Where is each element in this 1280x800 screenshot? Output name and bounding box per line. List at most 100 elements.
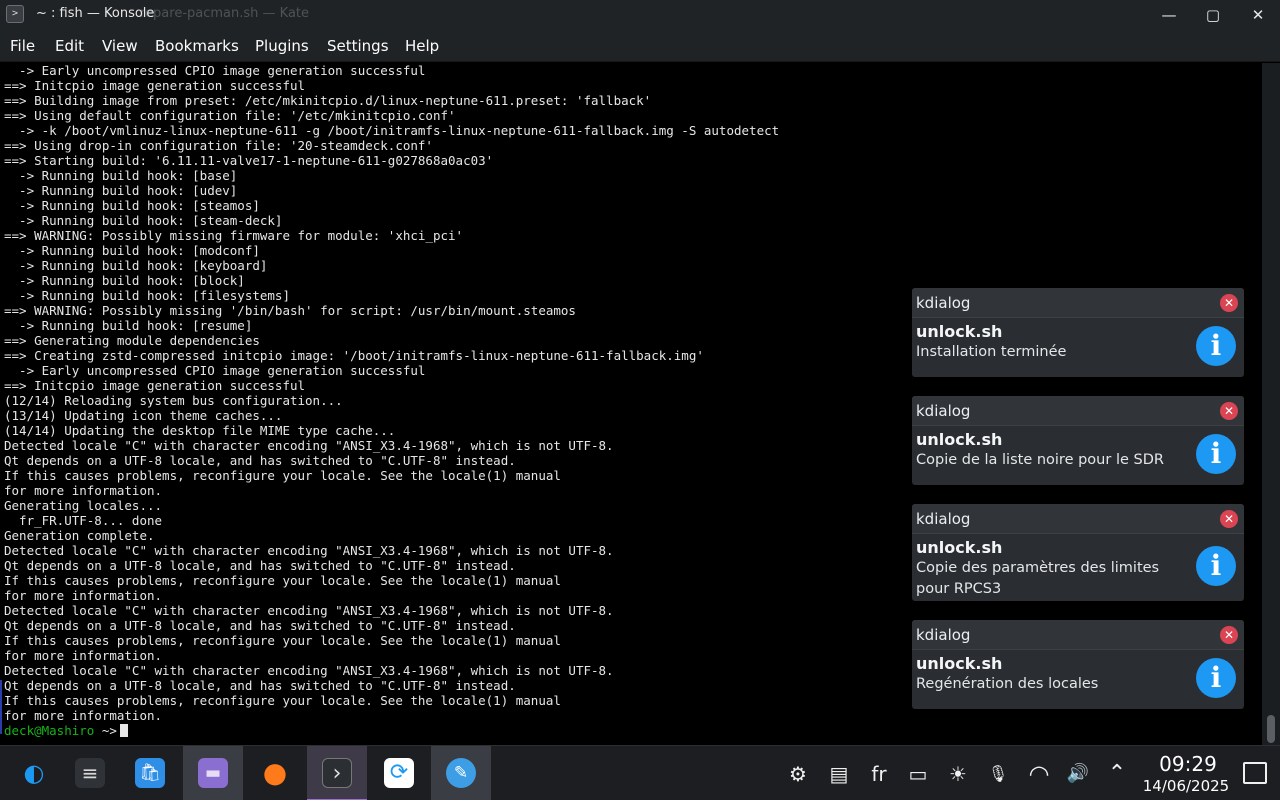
- notification-message: Copie des paramètres des limites pour RP…: [916, 560, 1160, 597]
- notification-header: kdialog ✕: [912, 288, 1244, 318]
- notification-message: Installation terminée: [916, 344, 1067, 360]
- prompt-path: ~>: [94, 723, 117, 738]
- notification-body: unlock.sh Copie des paramètres des limit…: [912, 534, 1244, 601]
- close-notification-icon[interactable]: ✕: [1220, 626, 1238, 644]
- terminal-line: for more information.: [4, 708, 163, 723]
- task-konsole[interactable]: ›: [307, 746, 367, 800]
- steam-icon[interactable]: ⚙: [784, 760, 812, 788]
- scrollbar-thumb[interactable]: [1267, 715, 1275, 743]
- notification-app-name: kdialog: [916, 626, 971, 644]
- terminal-line: -> Early uncompressed CPIO image generat…: [4, 63, 426, 78]
- show-desktop-button[interactable]: [1243, 762, 1267, 784]
- terminal-line: -> -k /boot/vmlinuz-linux-neptune-611 -g…: [4, 123, 780, 138]
- terminal-line: -> Running build hook: [modconf]: [4, 243, 260, 258]
- application-launcher-button[interactable]: ◐: [4, 746, 64, 800]
- close-notification-icon[interactable]: ✕: [1220, 294, 1238, 312]
- terminal-line: ==> Building image from preset: /etc/mki…: [4, 93, 652, 108]
- task-discover[interactable]: 🛍: [120, 746, 180, 800]
- application-launcher-icon: ◐: [23, 759, 45, 787]
- menu-view[interactable]: View: [102, 37, 138, 55]
- info-icon: i: [1196, 546, 1236, 586]
- konsole-app-icon: >: [6, 5, 24, 23]
- background-window-title: repare-pacman.sh — Kate: [140, 6, 310, 21]
- notification-app-name: kdialog: [916, 402, 971, 420]
- terminal-line: Detected locale "C" with character encod…: [4, 603, 614, 618]
- minimize-button[interactable]: —: [1156, 3, 1182, 27]
- terminal-line: -> Running build hook: [steam-deck]: [4, 213, 283, 228]
- menu-plugins[interactable]: Plugins: [255, 37, 309, 55]
- menu-bookmarks[interactable]: Bookmarks: [155, 37, 239, 55]
- microphone-muted-icon[interactable]: 🎙: [984, 760, 1012, 788]
- close-notification-icon[interactable]: ✕: [1220, 510, 1238, 528]
- taskbar: ◐ ≡ 🛍 ▬ ● › ⟳ ✎ ⚙ ▤ fr ▭ ☀ 🎙 ◠ 🔊 ⌃ 09:29…: [0, 745, 1280, 800]
- task-firefox[interactable]: ●: [245, 746, 305, 800]
- firefox-icon: ●: [262, 756, 288, 789]
- clock-date[interactable]: 14/06/2025: [1140, 777, 1232, 795]
- notification-title: unlock.sh: [916, 654, 1003, 673]
- clock-time[interactable]: 09:29: [1148, 752, 1228, 776]
- task-update[interactable]: ⟳: [369, 746, 429, 800]
- terminal-line: -> Running build hook: [block]: [4, 273, 245, 288]
- notification-card[interactable]: kdialog ✕ unlock.sh Regénération des loc…: [912, 620, 1244, 709]
- notification-card[interactable]: kdialog ✕ unlock.sh Copie des paramètres…: [912, 504, 1244, 601]
- dolphin-file-manager-icon: ▬: [198, 758, 228, 788]
- info-icon: i: [1196, 326, 1236, 366]
- menu-bar: File Edit View Bookmarks Plugins Setting…: [0, 30, 1280, 62]
- notification-body: unlock.sh Copie de la liste noire pour l…: [912, 426, 1244, 485]
- close-notification-icon[interactable]: ✕: [1220, 402, 1238, 420]
- terminal-line: ==> WARNING: Possibly missing firmware f…: [4, 228, 464, 243]
- terminal-line: for more information.: [4, 483, 163, 498]
- battery-icon[interactable]: ▭: [904, 760, 932, 788]
- wifi-icon[interactable]: ◠: [1024, 760, 1054, 788]
- menu-edit[interactable]: Edit: [55, 37, 84, 55]
- terminal-line: ==> Initcpio image generation successful: [4, 378, 306, 393]
- prompt-user: deck@Mashiro: [4, 723, 95, 738]
- text-cursor: [119, 724, 128, 737]
- volume-icon[interactable]: 🔊: [1064, 760, 1092, 788]
- notification-title: unlock.sh: [916, 430, 1003, 449]
- terminal-scrollbar[interactable]: [1262, 63, 1280, 745]
- terminal-line: -> Running build hook: [steamos]: [4, 198, 260, 213]
- konsole-icon: ›: [322, 758, 352, 788]
- terminal-prompt[interactable]: deck@Mashiro ~>: [4, 723, 1262, 738]
- notification-body: unlock.sh Regénération des locales i: [912, 650, 1244, 709]
- notification-app-name: kdialog: [916, 510, 971, 528]
- notification-card[interactable]: kdialog ✕ unlock.sh Installation terminé…: [912, 288, 1244, 377]
- show-hidden-icons-icon[interactable]: ⌃: [1102, 760, 1132, 788]
- task-kate[interactable]: ✎: [431, 746, 491, 800]
- discover-store-icon: 🛍: [135, 758, 165, 788]
- brightness-icon[interactable]: ☀: [944, 760, 972, 788]
- notification-card[interactable]: kdialog ✕ unlock.sh Copie de la liste no…: [912, 396, 1244, 485]
- notification-title: unlock.sh: [916, 322, 1003, 341]
- notification-title: unlock.sh: [916, 538, 1003, 557]
- menu-help[interactable]: Help: [405, 37, 439, 55]
- kate-icon: ✎: [446, 758, 476, 788]
- title-bar: > repare-pacman.sh — Kate ~ : fish — Kon…: [0, 0, 1280, 30]
- notification-header: kdialog ✕: [912, 620, 1244, 650]
- task-dolphin[interactable]: ▬: [183, 746, 243, 800]
- terminal-line: -> Running build hook: [base]: [4, 168, 238, 183]
- terminal-line: ==> Using default configuration file: '/…: [4, 108, 456, 123]
- notification-message: Copie de la liste noire pour le SDR: [916, 452, 1164, 468]
- selection-marker: [0, 680, 2, 734]
- terminal-line: ==> Starting build: '6.11.11-valve17-1-n…: [4, 153, 494, 168]
- notification-header: kdialog ✕: [912, 504, 1244, 534]
- notification-message: Regénération des locales: [916, 676, 1099, 692]
- close-button[interactable]: ✕: [1245, 3, 1271, 27]
- clipboard-icon[interactable]: ▤: [826, 760, 852, 788]
- terminal-line: -> Running build hook: [udev]: [4, 183, 238, 198]
- keyboard-layout-indicator[interactable]: fr: [864, 760, 894, 788]
- notification-header: kdialog ✕: [912, 396, 1244, 426]
- notification-body: unlock.sh Installation terminée i: [912, 318, 1244, 377]
- task-system-settings[interactable]: ≡: [60, 746, 120, 800]
- menu-file[interactable]: File: [10, 37, 35, 55]
- terminal-line: -> Running build hook: [keyboard]: [4, 258, 268, 273]
- terminal-line: ==> Using drop-in configuration file: '2…: [4, 138, 433, 153]
- update-icon: ⟳: [384, 758, 414, 788]
- system-settings-icon: ≡: [75, 758, 105, 788]
- menu-settings[interactable]: Settings: [327, 37, 389, 55]
- info-icon: i: [1196, 658, 1236, 698]
- window-title: ~ : fish — Konsole: [36, 6, 155, 21]
- notification-app-name: kdialog: [916, 294, 971, 312]
- maximize-button[interactable]: ▢: [1200, 3, 1226, 27]
